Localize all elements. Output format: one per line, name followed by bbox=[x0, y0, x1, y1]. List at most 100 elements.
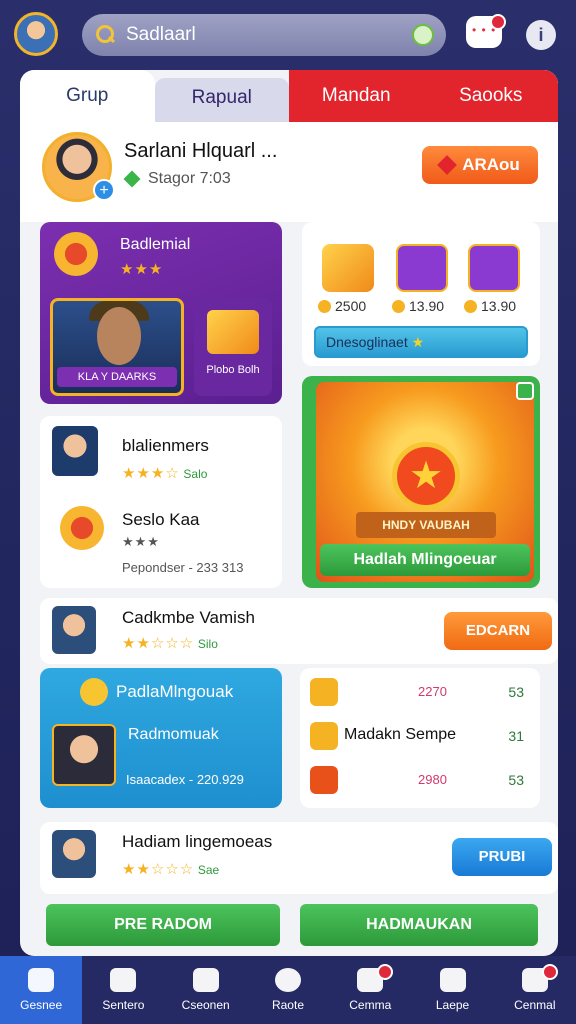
rewards-bar-label: Dnesoglinaet bbox=[326, 334, 408, 350]
list-item-count: 53 bbox=[508, 772, 524, 788]
search-bar[interactable]: Sadlaarl bbox=[82, 14, 446, 56]
rating-stars: ★★☆☆☆ bbox=[122, 635, 195, 652]
list-item[interactable]: Madakn Sempe 31 bbox=[310, 718, 530, 758]
blue-panel-sub: Isaacadex - 220.929 bbox=[126, 772, 244, 787]
friends-icon bbox=[439, 968, 466, 992]
nav-home[interactable]: Gesnee bbox=[0, 956, 83, 1024]
coin-icon bbox=[318, 300, 331, 313]
profile-action-label: ARAou bbox=[462, 155, 520, 174]
nav-dashboard[interactable]: Cseonen bbox=[165, 956, 247, 1024]
side-thumb-label: Plobo Bolh bbox=[206, 364, 260, 376]
notification-badge bbox=[541, 964, 558, 980]
star-icon: ★ bbox=[411, 334, 425, 350]
status-tag: Salo bbox=[183, 467, 208, 481]
rank-name: blalienmers bbox=[122, 436, 209, 455]
avatar bbox=[52, 830, 96, 878]
list-item[interactable]: Cadkmbe Vamish ★★☆☆☆ Silo EDCARN bbox=[40, 598, 558, 664]
right-action-button[interactable]: HADMAUKAN bbox=[300, 904, 538, 946]
list-item-count: 53 bbox=[508, 684, 524, 700]
reward-value-1-text: 2500 bbox=[335, 298, 367, 314]
star-medal-icon: ★ bbox=[392, 442, 460, 510]
tab-mandan[interactable]: Mandan bbox=[289, 70, 424, 122]
tab-saooks[interactable]: Saooks bbox=[423, 70, 558, 122]
hadiah-ribbon: HNDY VAUBAH bbox=[356, 512, 496, 538]
row-name: Hadiam lingemoeas bbox=[122, 832, 273, 851]
avatar bbox=[52, 724, 116, 786]
reward-value-2-text: 13.90 bbox=[409, 298, 445, 314]
nav-label: Laepe bbox=[435, 998, 470, 1012]
reward-value-2: 13.90 bbox=[392, 298, 444, 314]
expand-icon[interactable] bbox=[516, 382, 534, 400]
item-list-panel: 2270 53 Madakn Sempe 31 2980 53 bbox=[300, 668, 540, 808]
row-name: Cadkmbe Vamish bbox=[122, 608, 255, 627]
profile-status-text: Stagor 7:03 bbox=[148, 170, 231, 187]
row-action-button[interactable]: PRUBI bbox=[452, 838, 552, 876]
star-coin-icon bbox=[464, 300, 477, 313]
profile-avatar[interactable]: + bbox=[42, 132, 115, 202]
list-item-count: 31 bbox=[508, 728, 524, 744]
add-icon[interactable]: + bbox=[93, 179, 115, 201]
list-item-name: Madakn Sempe bbox=[344, 726, 457, 743]
left-action-button[interactable]: PRE RADOM bbox=[46, 904, 280, 946]
coin-chest-icon[interactable] bbox=[322, 244, 374, 292]
game-thumb-label: KLA Y DAARKS bbox=[57, 367, 177, 387]
chat-icon bbox=[110, 968, 137, 992]
avatar bbox=[52, 606, 96, 654]
nav-label: Cemma bbox=[349, 998, 392, 1012]
game-thumbnail[interactable]: KLA Y DAARKS bbox=[50, 298, 184, 396]
shield-badge-icon bbox=[60, 506, 104, 550]
mic-icon[interactable] bbox=[412, 24, 434, 46]
profile-icon bbox=[274, 968, 301, 992]
user-avatar[interactable] bbox=[14, 12, 58, 56]
ticket-icon bbox=[310, 722, 338, 750]
tab-grup[interactable]: Grup bbox=[20, 70, 155, 122]
info-icon[interactable]: i bbox=[526, 20, 556, 50]
status-tag: Sae bbox=[197, 863, 220, 877]
nav-settings[interactable]: Cenmal bbox=[494, 956, 576, 1024]
side-thumbnail[interactable]: Plobo Bolh bbox=[194, 298, 272, 396]
main-card: Grup Rapual Mandan Saooks + Sarlani Hlqu… bbox=[20, 70, 558, 956]
nav-chat[interactable]: Sentero bbox=[82, 956, 164, 1024]
row-sub: ★★☆☆☆ Sae bbox=[122, 860, 219, 878]
hadiah-button[interactable]: Hadlah Mlingoeuar bbox=[320, 544, 530, 576]
list-item[interactable]: 2270 53 bbox=[310, 674, 530, 714]
rating-stars: ★★★☆ bbox=[122, 465, 180, 482]
purple-promo-panel[interactable]: Badlemial ★★★ KLA Y DAARKS Plobo Bolh bbox=[40, 222, 282, 404]
search-input[interactable]: Sadlaarl bbox=[126, 24, 196, 46]
tab-rapual[interactable]: Rapual bbox=[154, 78, 289, 122]
gift-box-icon[interactable] bbox=[468, 244, 520, 292]
treasure-box-icon bbox=[207, 310, 259, 354]
status-tag: Silo bbox=[197, 637, 218, 651]
profile-header: + Sarlani Hlquarl ... Stagor 7:03 ARAou bbox=[20, 122, 558, 222]
notification-badge bbox=[377, 964, 394, 980]
list-item[interactable]: 2980 53 bbox=[310, 762, 530, 802]
hadiah-panel[interactable]: ★ HNDY VAUBAH Hadlah Mlingoeuar bbox=[302, 376, 540, 588]
grid-icon bbox=[192, 968, 219, 992]
nav-messages[interactable]: Cemma bbox=[329, 956, 411, 1024]
rating-stars: ★★☆☆☆ bbox=[122, 861, 195, 878]
horn-icon bbox=[310, 678, 338, 706]
chat-notification-badge bbox=[490, 14, 506, 30]
list-item-value: 2980 bbox=[418, 772, 447, 787]
list-item[interactable]: Hadiam lingemoeas ★★☆☆☆ Sae PRUBI bbox=[40, 822, 558, 894]
blue-promo-panel[interactable]: PadlaMlngouak Radmomuak Isaacadex - 220.… bbox=[40, 668, 282, 808]
nav-label: Cenmal bbox=[514, 998, 556, 1012]
profile-action-button[interactable]: ARAou bbox=[422, 146, 538, 184]
nav-label: Raote bbox=[271, 998, 304, 1012]
rank-sub: Pepondser - 233 313 bbox=[122, 560, 244, 575]
leaf-coin-icon bbox=[80, 678, 108, 706]
hadiah-banner-art: ★ HNDY VAUBAH Hadlah Mlingoeuar bbox=[316, 382, 534, 582]
nav-friends[interactable]: Laepe bbox=[411, 956, 493, 1024]
reward-value-3-text: 13.90 bbox=[481, 298, 517, 314]
profile-status: Stagor 7:03 bbox=[123, 170, 231, 188]
rewards-claim-bar[interactable]: Dnesoglinaet ★ bbox=[314, 326, 528, 358]
chest-icon[interactable] bbox=[396, 244, 448, 292]
ranks-panel: blalienmers ★★★☆ Salo Seslo Kaa ★★★ Pepo… bbox=[40, 416, 282, 588]
row-action-button[interactable]: EDCARN bbox=[444, 612, 552, 650]
bottom-nav: Gesnee Sentero Cseonen Raote Cemma Laepe… bbox=[0, 956, 576, 1024]
nav-profile[interactable]: Raote bbox=[247, 956, 329, 1024]
profile-name: Sarlani Hlquarl ... bbox=[124, 140, 278, 162]
rewards-panel: 2500 13.90 13.90 Dnesoglinaet ★ bbox=[302, 222, 540, 366]
reward-value-1: 2500 bbox=[318, 298, 366, 314]
search-icon bbox=[96, 25, 116, 45]
